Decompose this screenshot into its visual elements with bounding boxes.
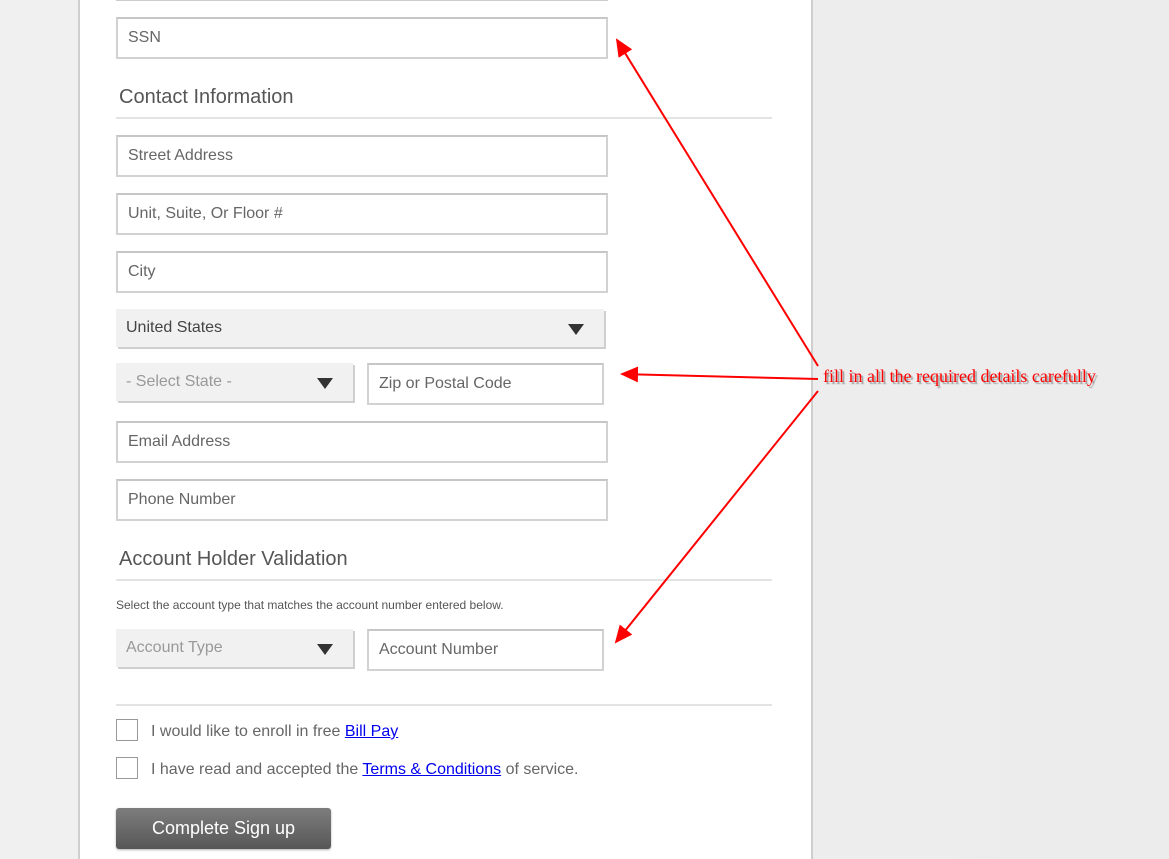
arrow-to-account-number xyxy=(614,390,819,644)
arrow-to-ssn xyxy=(615,38,819,367)
annotation-arrows xyxy=(614,38,819,644)
arrow-to-zip xyxy=(620,366,819,383)
annotation-text: fill in all the required details careful… xyxy=(823,366,1096,386)
